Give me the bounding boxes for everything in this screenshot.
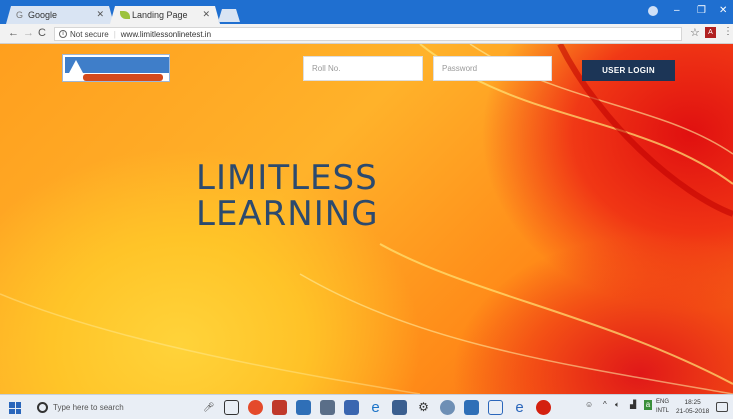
logo-tagline: [83, 74, 163, 81]
browser-menu-icon[interactable]: ⋮: [723, 26, 733, 37]
settings-gear-icon[interactable]: ⚙: [416, 400, 431, 415]
chrome-icon[interactable]: [248, 400, 263, 415]
landing-page: Roll No. Password USER LOGIN LIMITLESS L…: [0, 44, 733, 394]
app-icon[interactable]: [344, 400, 359, 415]
microphone-icon[interactable]: 🎤︎: [203, 402, 214, 413]
roll-number-input[interactable]: Roll No.: [303, 56, 423, 81]
action-center-icon[interactable]: [716, 402, 728, 412]
app-icon[interactable]: [488, 400, 503, 415]
app-icon[interactable]: [464, 400, 479, 415]
tray-app-icon[interactable]: a: [644, 400, 652, 410]
minimize-icon[interactable]: –: [674, 5, 680, 16]
security-label: Not secure: [70, 29, 109, 39]
headline-line-2: LEARNING: [196, 194, 379, 234]
password-placeholder: Password: [442, 64, 478, 73]
app-icon[interactable]: [320, 400, 335, 415]
app-icon[interactable]: [392, 400, 407, 415]
app-icon[interactable]: [296, 400, 311, 415]
app-icon[interactable]: [440, 400, 455, 415]
task-view-icon[interactable]: [224, 400, 239, 415]
taskbar: Type here to search 🎤︎ e ⚙ e ☺ ^ 🔈︎ ▟ a …: [0, 394, 733, 419]
tab-label: Landing Page: [132, 10, 188, 20]
close-window-icon[interactable]: ✕: [719, 5, 727, 16]
restore-icon[interactable]: ❐: [697, 5, 706, 16]
back-icon[interactable]: ←: [8, 27, 19, 39]
logo-mark-icon: [69, 60, 83, 73]
address-bar: ← → C i Not secure | www.limitlessonline…: [0, 24, 733, 44]
edge-icon[interactable]: e: [368, 400, 383, 415]
language-code: ENG: [656, 399, 670, 405]
people-icon[interactable]: ☺: [585, 400, 593, 409]
logo-banner: [65, 57, 169, 73]
close-tab-icon[interactable]: ✕: [202, 9, 210, 20]
browser-titlebar: G Google ✕ Landing Page ✕ – ❐ ✕: [0, 0, 733, 24]
clock-date: 21-05-2018: [676, 408, 710, 415]
reload-icon[interactable]: C: [38, 27, 46, 39]
user-login-button[interactable]: USER LOGIN: [582, 60, 675, 81]
pdf-extension-icon[interactable]: A: [705, 27, 716, 38]
roll-number-placeholder: Roll No.: [312, 64, 341, 73]
volume-icon[interactable]: 🔈︎: [615, 400, 620, 410]
leaf-icon: [120, 11, 130, 19]
language-indicator[interactable]: ENG INTL: [656, 398, 669, 416]
site-logo[interactable]: [62, 54, 170, 82]
bookmark-star-icon[interactable]: ☆: [690, 26, 700, 39]
windows-start-icon[interactable]: [9, 402, 21, 414]
separator: |: [113, 29, 116, 39]
info-icon[interactable]: i: [59, 30, 67, 38]
url-text[interactable]: www.limitlessonlinetest.in: [121, 30, 211, 39]
taskbar-search-input[interactable]: Type here to search: [53, 403, 124, 412]
keyboard-layout: INTL: [656, 408, 670, 414]
google-icon: G: [16, 10, 24, 20]
system-clock[interactable]: 18:25 21-05-2018: [676, 398, 709, 416]
network-icon[interactable]: ▟: [630, 400, 636, 409]
internet-explorer-icon[interactable]: e: [512, 400, 527, 415]
opera-icon[interactable]: [536, 400, 551, 415]
chevron-up-icon[interactable]: ^: [603, 400, 607, 409]
clock-time: 18:25: [684, 399, 701, 406]
omnibox[interactable]: i Not secure | www.limitlessonlinetest.i…: [54, 27, 682, 41]
new-tab-button[interactable]: [218, 9, 240, 22]
hero-headline: LIMITLESS LEARNING: [196, 160, 379, 232]
screen: G Google ✕ Landing Page ✕ – ❐ ✕ ← → C i …: [0, 0, 733, 419]
headline-line-1: LIMITLESS: [196, 158, 378, 198]
profile-icon[interactable]: [648, 6, 658, 16]
tab-landing-page[interactable]: Landing Page ✕: [110, 6, 220, 24]
password-input[interactable]: Password: [433, 56, 552, 81]
tab-label: Google: [28, 10, 58, 20]
forward-icon[interactable]: →: [23, 27, 34, 39]
tab-google[interactable]: G Google ✕: [6, 6, 114, 24]
cortana-icon[interactable]: [37, 402, 48, 413]
app-icon[interactable]: [272, 400, 287, 415]
close-tab-icon[interactable]: ✕: [96, 9, 104, 20]
